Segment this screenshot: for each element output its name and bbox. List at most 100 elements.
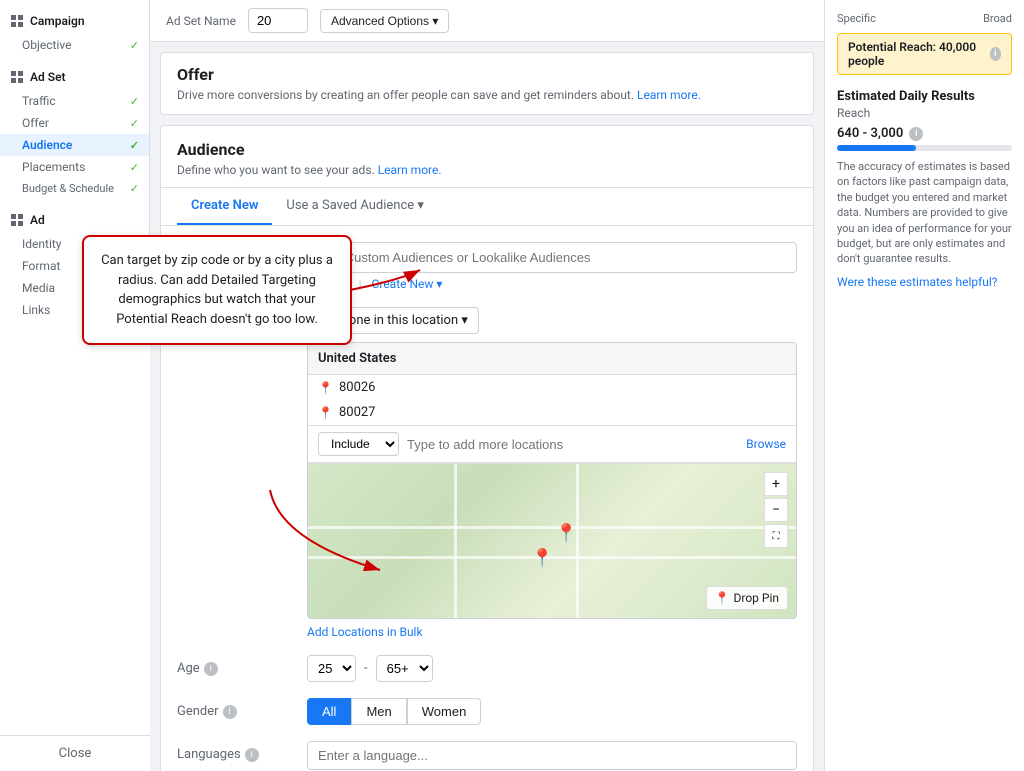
campaign-icon bbox=[10, 14, 24, 28]
audience-section: Audience Define who you want to see your… bbox=[160, 125, 814, 771]
broad-label: Broad bbox=[983, 12, 1012, 25]
languages-input[interactable] bbox=[307, 741, 797, 770]
top-bar: Ad Set Name Advanced Options ▾ bbox=[150, 0, 824, 42]
custom-audiences-control: Exclude | Create New ▾ bbox=[307, 242, 797, 291]
zoom-out-btn[interactable]: − bbox=[764, 498, 788, 522]
adset-name-input[interactable] bbox=[248, 8, 308, 33]
drop-pin-btn[interactable]: 📍 Drop Pin bbox=[706, 586, 788, 610]
potential-reach-text: Potential Reach: 40,000 people bbox=[848, 40, 986, 68]
custom-audiences-input[interactable] bbox=[307, 242, 797, 273]
budget-check: ✓ bbox=[130, 182, 139, 195]
audience-check: ✓ bbox=[130, 139, 139, 152]
gender-info[interactable]: i bbox=[223, 705, 237, 719]
traffic-check: ✓ bbox=[130, 95, 139, 108]
location-zip1: 📍 80026 bbox=[308, 375, 796, 400]
est-helpful-link[interactable]: Were these estimates helpful? bbox=[837, 275, 1012, 289]
tab-create-new[interactable]: Create New bbox=[177, 188, 272, 225]
reach-range: 640 - 3,000 i bbox=[837, 126, 1012, 141]
sidebar-item-placements[interactable]: Placements ✓ bbox=[0, 156, 149, 178]
location-country: United States bbox=[308, 343, 796, 375]
languages-label: Languages i bbox=[177, 741, 307, 762]
age-max-select[interactable]: 65+ 1821253035404550556065 bbox=[376, 655, 433, 682]
location-type-input[interactable] bbox=[407, 437, 738, 452]
gender-control: All Men Women bbox=[307, 698, 797, 725]
pin-icon-2: 📍 bbox=[318, 406, 333, 420]
gender-label: Gender i bbox=[177, 698, 307, 719]
adset-label: Ad Set bbox=[30, 70, 66, 84]
map-controls: + − ⛶ bbox=[764, 472, 788, 548]
age-info[interactable]: i bbox=[204, 662, 218, 676]
languages-row: Languages i bbox=[177, 741, 797, 770]
map-pin-1: 📍 bbox=[555, 523, 577, 544]
tab-saved-audience[interactable]: Use a Saved Audience ▾ bbox=[272, 188, 438, 225]
sidebar-item-offer[interactable]: Offer ✓ bbox=[0, 112, 149, 134]
reach-slider: Specific Broad bbox=[837, 12, 1012, 25]
age-min-select[interactable]: 25 18213035 bbox=[307, 655, 356, 682]
gender-row: Gender i All Men Women bbox=[177, 698, 797, 725]
pin-icon-1: 📍 bbox=[318, 381, 333, 395]
adset-header[interactable]: Ad Set bbox=[0, 64, 149, 90]
sidebar-item-budget[interactable]: Budget & Schedule ✓ bbox=[0, 178, 149, 199]
right-panel: Specific Broad Potential Reach: 40,000 p… bbox=[824, 0, 1024, 771]
reach-bar bbox=[837, 145, 1012, 151]
fullscreen-btn[interactable]: ⛶ bbox=[764, 524, 788, 548]
locations-control: Everyone in this location ▾ United State… bbox=[307, 307, 797, 639]
close-label: Close bbox=[59, 746, 92, 761]
audience-title: Audience bbox=[177, 140, 797, 159]
create-new-link[interactable]: Create New ▾ bbox=[372, 277, 443, 291]
audience-tabs: Create New Use a Saved Audience ▾ bbox=[161, 188, 813, 226]
audience-header: Audience Define who you want to see your… bbox=[161, 126, 813, 188]
location-box: United States 📍 80026 📍 80027 bbox=[307, 342, 797, 619]
languages-info[interactable]: i bbox=[245, 748, 259, 762]
placements-label: Placements bbox=[22, 160, 85, 174]
include-dropdown[interactable]: Include Exclude bbox=[318, 432, 399, 456]
offer-sidebar-label: Offer bbox=[22, 116, 49, 130]
age-selects: 25 18213035 - 65+ 1821253035404550556065 bbox=[307, 655, 797, 682]
gender-all-btn[interactable]: All bbox=[307, 698, 351, 725]
zoom-in-btn[interactable]: + bbox=[764, 472, 788, 496]
sidebar-item-audience[interactable]: Audience ✓ bbox=[0, 134, 149, 156]
sidebar-item-objective[interactable]: Objective ✓ bbox=[0, 34, 149, 56]
campaign-header[interactable]: Campaign bbox=[0, 8, 149, 34]
media-label: Media bbox=[22, 281, 55, 295]
reach-range-info[interactable]: i bbox=[909, 127, 923, 141]
offer-section: Offer Drive more conversions by creating… bbox=[160, 52, 814, 115]
campaign-label: Campaign bbox=[30, 14, 85, 28]
ad-header[interactable]: Ad bbox=[0, 207, 149, 233]
est-note: The accuracy of estimates is based on fa… bbox=[837, 159, 1012, 267]
location-include-bar: Include Exclude Browse bbox=[308, 425, 796, 463]
ad-icon bbox=[10, 213, 24, 227]
reach-range-value: 640 - 3,000 bbox=[837, 126, 903, 141]
sidebar-item-traffic[interactable]: Traffic ✓ bbox=[0, 90, 149, 112]
audience-links: Exclude | Create New ▾ bbox=[307, 277, 797, 291]
location-zip2: 📍 80027 bbox=[308, 400, 796, 425]
gender-women-btn[interactable]: Women bbox=[407, 698, 482, 725]
gender-btn-group: All Men Women bbox=[307, 698, 797, 725]
budget-label: Budget & Schedule bbox=[22, 182, 114, 195]
offer-description: Drive more conversions by creating an of… bbox=[177, 88, 797, 102]
potential-reach-info[interactable]: i bbox=[990, 47, 1002, 61]
objective-check: ✓ bbox=[130, 39, 139, 52]
audience-learn-more[interactable]: Learn more. bbox=[378, 163, 442, 177]
links-label: Links bbox=[22, 303, 50, 317]
annotation-text: Can target by zip code or by a city plus… bbox=[101, 253, 333, 327]
age-control: 25 18213035 - 65+ 1821253035404550556065 bbox=[307, 655, 797, 682]
browse-locations-btn[interactable]: Browse bbox=[746, 437, 786, 451]
adset-name-label: Ad Set Name bbox=[166, 14, 236, 28]
identity-label: Identity bbox=[22, 237, 61, 251]
format-label: Format bbox=[22, 259, 60, 273]
close-button[interactable]: Close bbox=[0, 735, 150, 771]
map-pin-2: 📍 bbox=[531, 548, 553, 569]
map-container: 📍 📍 + − ⛶ bbox=[308, 463, 796, 618]
advanced-options-btn[interactable]: Advanced Options ▾ bbox=[320, 9, 449, 33]
map-background: 📍 📍 + − ⛶ bbox=[308, 464, 796, 618]
specific-label: Specific bbox=[837, 12, 876, 25]
offer-learn-more[interactable]: Learn more. bbox=[637, 88, 701, 102]
traffic-label: Traffic bbox=[22, 94, 56, 108]
audience-description: Define who you want to see your ads. Lea… bbox=[177, 163, 797, 177]
est-results-reach-label: Reach bbox=[837, 106, 1012, 120]
add-locations-bulk-link[interactable]: Add Locations in Bulk bbox=[307, 625, 797, 639]
audience-sidebar-label: Audience bbox=[22, 138, 72, 152]
potential-reach-badge: Potential Reach: 40,000 people i bbox=[837, 33, 1012, 75]
gender-men-btn[interactable]: Men bbox=[351, 698, 406, 725]
